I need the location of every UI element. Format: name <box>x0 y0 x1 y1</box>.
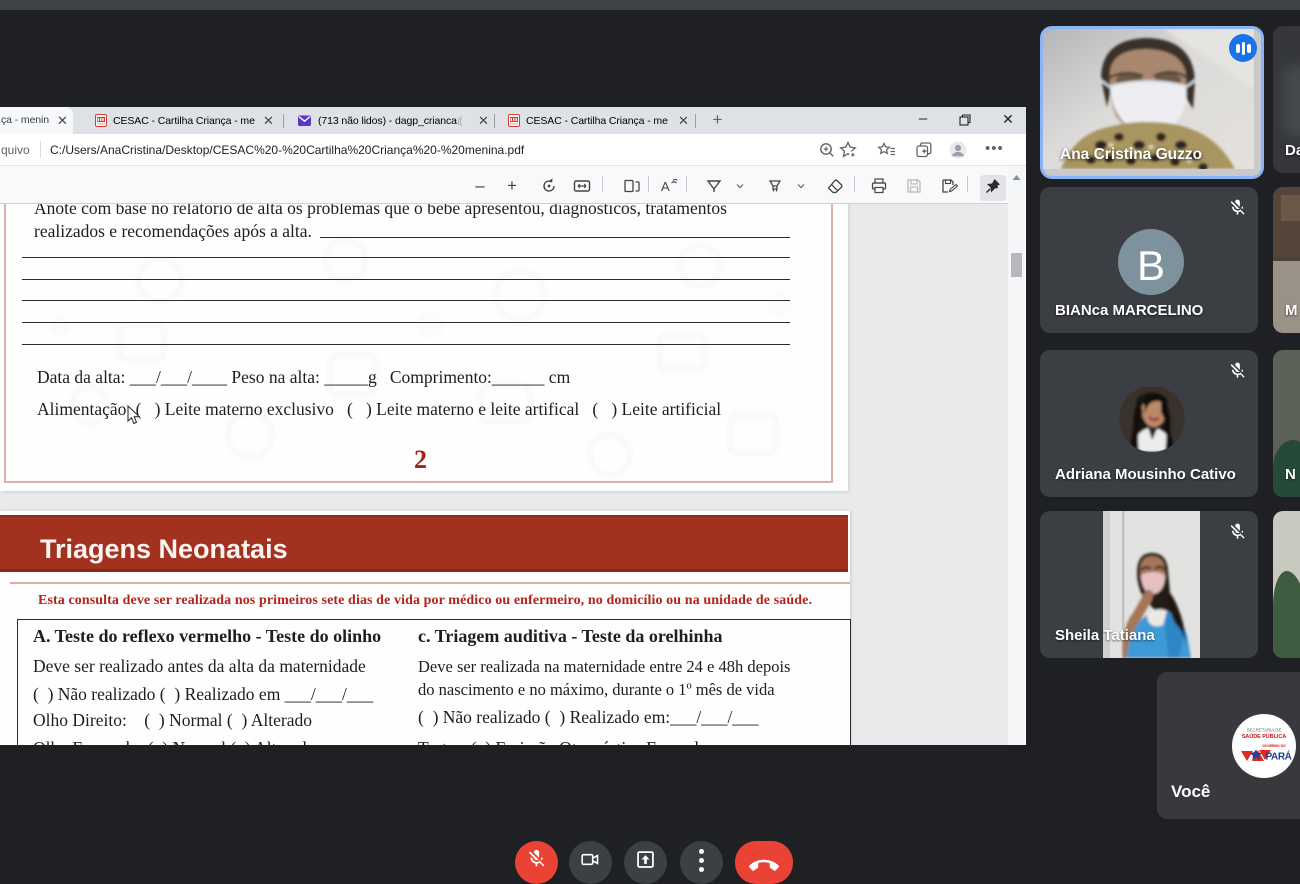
svg-text:SECRETARIA DE: SECRETARIA DE <box>1247 728 1282 733</box>
svg-text:SAÚDE PÚBLICA: SAÚDE PÚBLICA <box>1242 733 1286 740</box>
svg-text:PARÁ: PARÁ <box>1266 750 1292 763</box>
svg-text:A: A <box>661 179 670 194</box>
svg-text:GOVERNO DO: GOVERNO DO <box>1262 744 1286 748</box>
